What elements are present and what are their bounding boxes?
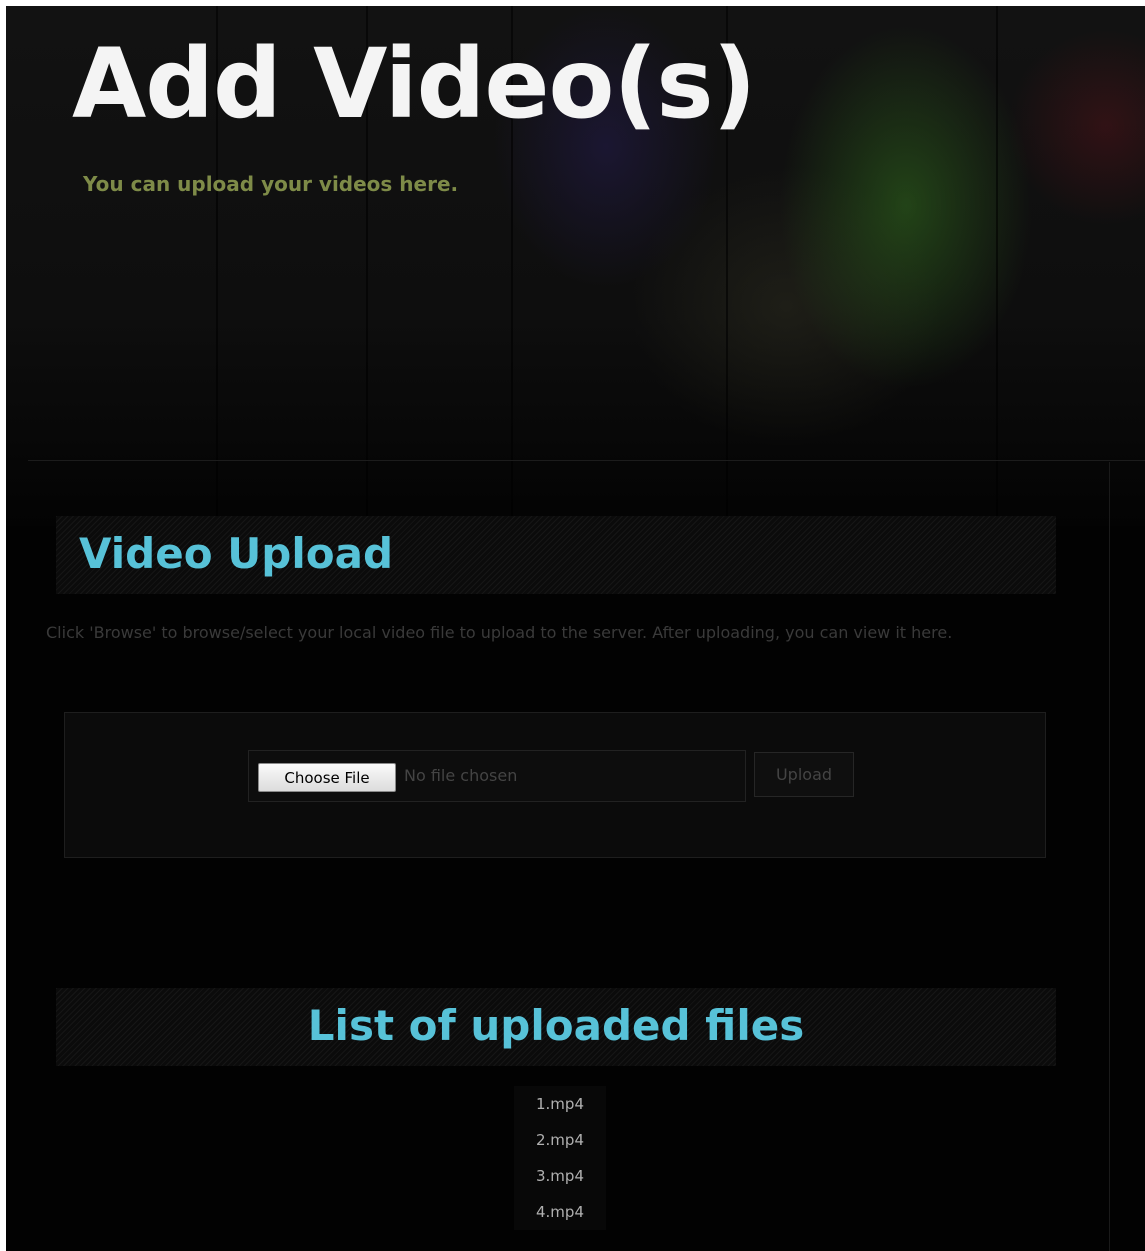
file-link[interactable]: 3.mp4 xyxy=(514,1158,606,1194)
file-link[interactable]: 1.mp4 xyxy=(514,1086,606,1122)
upload-instructions: Click 'Browse' to browse/select your loc… xyxy=(46,623,953,642)
page-subtitle: You can upload your videos here. xyxy=(83,172,459,196)
page: Add Video(s) You can upload your videos … xyxy=(6,6,1145,1251)
page-title: Add Video(s) xyxy=(72,28,756,140)
upload-button[interactable]: Upload xyxy=(754,752,854,797)
hero-banner: Add Video(s) You can upload your videos … xyxy=(6,6,1145,526)
content-border xyxy=(1109,462,1110,1251)
file-status-text: No file chosen xyxy=(404,766,518,785)
upload-form: Choose File No file chosen Upload xyxy=(64,712,1046,858)
choose-file-button[interactable]: Choose File xyxy=(258,763,396,792)
file-link[interactable]: 4.mp4 xyxy=(514,1194,606,1230)
uploaded-files-list: 1.mp4 2.mp4 3.mp4 4.mp4 xyxy=(514,1086,606,1230)
uploaded-files-header: List of uploaded files xyxy=(56,988,1056,1066)
video-upload-header: Video Upload xyxy=(56,516,1056,594)
file-link[interactable]: 2.mp4 xyxy=(514,1122,606,1158)
wood-plank-seam xyxy=(996,6,998,516)
uploaded-files-heading: List of uploaded files xyxy=(307,1001,805,1050)
video-upload-heading: Video Upload xyxy=(79,529,394,578)
file-input[interactable]: Choose File No file chosen xyxy=(248,750,746,802)
divider xyxy=(28,460,1145,461)
